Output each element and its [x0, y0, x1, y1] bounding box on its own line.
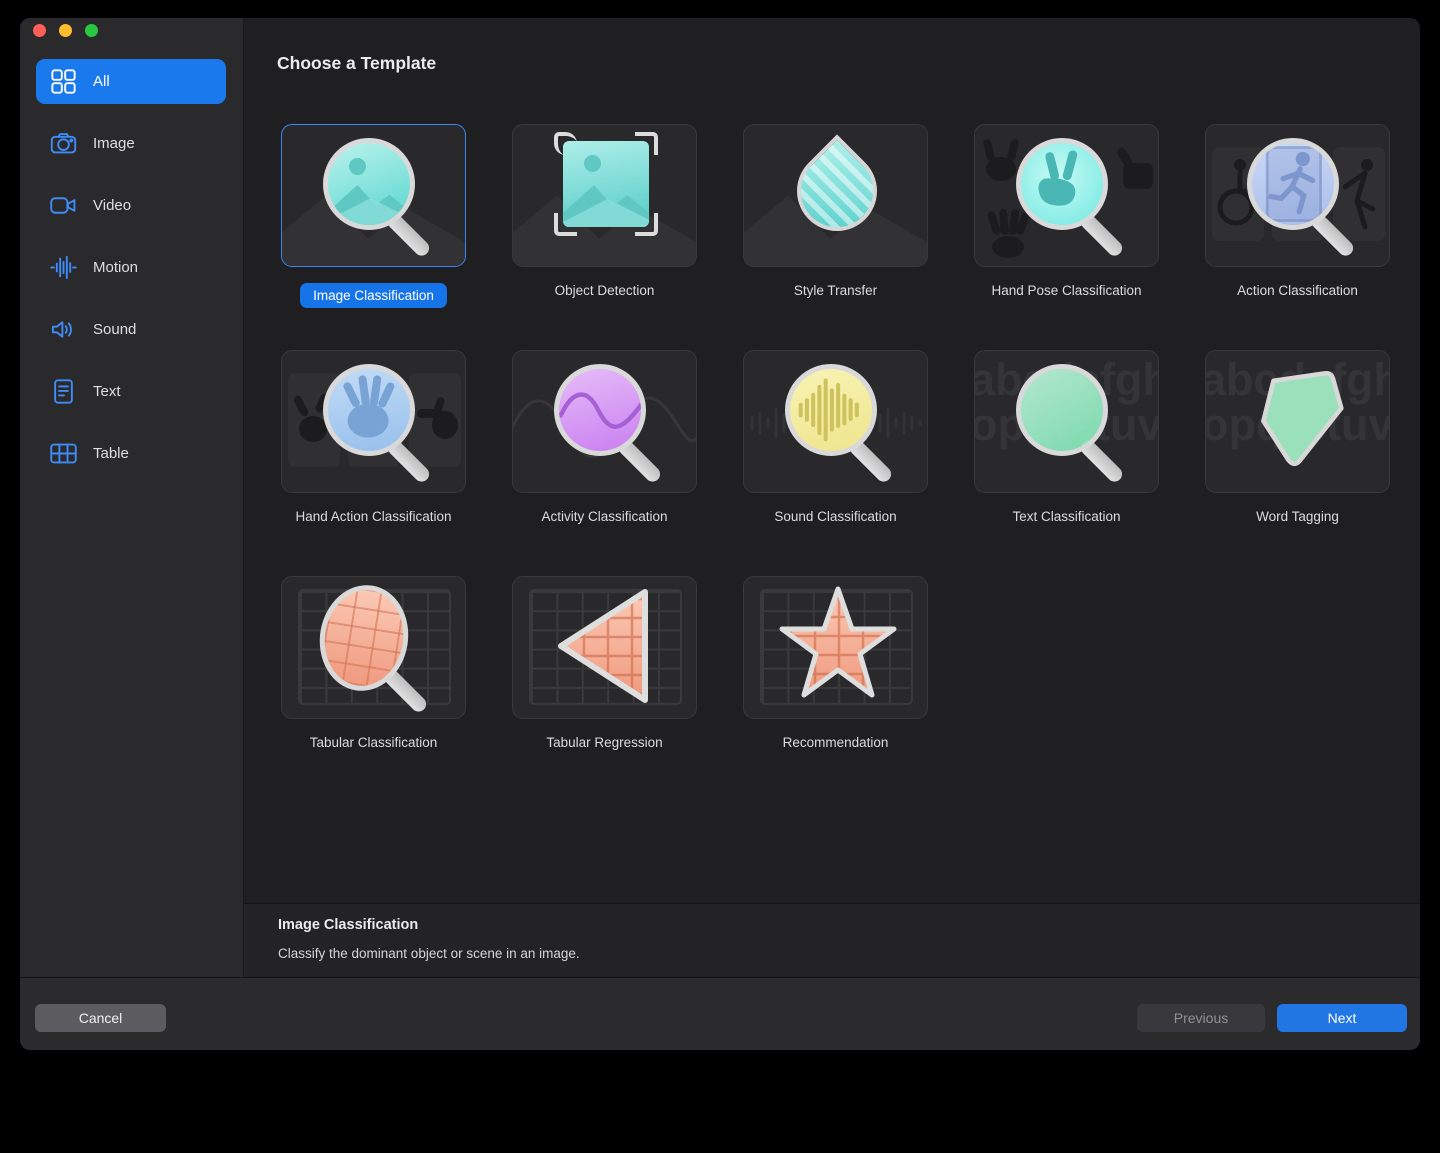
- template-label: Style Transfer: [720, 283, 951, 298]
- sidebar-item-label: Image: [93, 135, 135, 152]
- template-card-tabular-classification[interactable]: Tabular Classification: [281, 576, 466, 750]
- template-card-style-transfer[interactable]: Style Transfer: [743, 124, 928, 298]
- template-label: Sound Classification: [720, 509, 951, 524]
- sidebar: All Image Video Motion: [20, 18, 244, 977]
- grid-icon: [49, 67, 78, 96]
- sidebar-item-label: Text: [93, 383, 121, 400]
- triangle-table-icon: [513, 577, 696, 718]
- sidebar-item-sound[interactable]: Sound: [36, 307, 226, 352]
- sidebar-item-label: All: [93, 73, 110, 90]
- sidebar-item-all[interactable]: All: [36, 59, 226, 104]
- magnifier-waving-hand-icon: [282, 351, 465, 492]
- template-label: Recommendation: [720, 735, 951, 750]
- table-icon: [49, 439, 78, 468]
- template-label: Action Classification: [1182, 283, 1413, 298]
- sidebar-item-motion[interactable]: Motion: [36, 245, 226, 290]
- detail-description: Classify the dominant object or scene in…: [278, 946, 580, 961]
- stretching-figure-glyph: [1339, 157, 1381, 233]
- zoom-window-button[interactable]: [85, 24, 98, 37]
- template-label: Text Classification: [951, 509, 1182, 524]
- footer-bar: Cancel Previous Next: [20, 977, 1420, 1050]
- window-controls: [33, 24, 98, 37]
- detail-title: Image Classification: [278, 917, 418, 933]
- template-label: Hand Pose Classification: [951, 283, 1182, 298]
- regression-triangle: [541, 582, 673, 714]
- sidebar-item-image[interactable]: Image: [36, 121, 226, 166]
- sidebar-item-label: Table: [93, 445, 129, 462]
- camera-icon: [49, 129, 78, 158]
- template-card-hand-pose-classification[interactable]: Hand Pose Classification: [974, 124, 1159, 298]
- magnifier-photo-icon: [282, 125, 465, 266]
- magnifier-hand-pose-icon: [975, 125, 1158, 266]
- page-title: Choose a Template: [277, 53, 436, 74]
- previous-button[interactable]: Previous: [1137, 1004, 1265, 1032]
- tag-shape: [1246, 359, 1356, 485]
- magnifier-runner-icon: [1206, 125, 1389, 266]
- recommendation-star: [772, 581, 904, 713]
- template-card-word-tagging[interactable]: abcdefghiopqrstuvw Word Tagging: [1205, 350, 1390, 524]
- magnifier-table-icon: [282, 577, 465, 718]
- document-icon: [49, 377, 78, 406]
- cancel-button[interactable]: Cancel: [35, 1004, 166, 1032]
- template-label: Activity Classification: [489, 509, 720, 524]
- template-label: Word Tagging: [1182, 509, 1413, 524]
- waveform-icon: [49, 253, 78, 282]
- video-camera-icon: [49, 191, 78, 220]
- thumbs-up-glyph: [1115, 145, 1157, 193]
- close-window-button[interactable]: [33, 24, 46, 37]
- template-detail-panel: Image Classification Classify the domina…: [244, 903, 1420, 977]
- sidebar-item-label: Sound: [93, 321, 136, 338]
- template-label: Tabular Regression: [489, 735, 720, 750]
- sidebar-item-table[interactable]: Table: [36, 431, 226, 476]
- template-card-tabular-regression[interactable]: Tabular Regression: [512, 576, 697, 750]
- tag-letters-icon: abcdefghiopqrstuvw: [1206, 351, 1389, 492]
- minimize-window-button[interactable]: [59, 24, 72, 37]
- sidebar-item-label: Motion: [93, 259, 138, 276]
- template-card-recommendation[interactable]: Recommendation: [743, 576, 928, 750]
- sidebar-item-label: Video: [93, 197, 131, 214]
- speaker-icon: [49, 315, 78, 344]
- star-table-icon: [744, 577, 927, 718]
- template-label: Hand Action Classification: [258, 509, 489, 524]
- template-label: Image Classification: [300, 283, 447, 308]
- next-button[interactable]: Next: [1277, 1004, 1407, 1032]
- template-label: Tabular Classification: [258, 735, 489, 750]
- viewfinder-photo-icon: [513, 125, 696, 266]
- magnifier-letters-icon: abcdefghiopqrstuvw: [975, 351, 1158, 492]
- template-label: Object Detection: [489, 283, 720, 298]
- sidebar-item-text[interactable]: Text: [36, 369, 226, 414]
- template-card-activity-classification[interactable]: Activity Classification: [512, 350, 697, 524]
- pointing-hand-glyph: [415, 393, 459, 445]
- template-card-image-classification[interactable]: Image Classification: [281, 124, 466, 308]
- template-card-object-detection[interactable]: Object Detection: [512, 124, 697, 298]
- template-card-action-classification[interactable]: Action Classification: [1205, 124, 1390, 298]
- magnifier-sound-bars-icon: [744, 351, 927, 492]
- magnifier-wave-icon: [513, 351, 696, 492]
- template-card-sound-classification[interactable]: Sound Classification: [743, 350, 928, 524]
- paint-drop-icon: [744, 125, 927, 266]
- sidebar-item-video[interactable]: Video: [36, 183, 226, 228]
- create-ml-template-chooser-window: All Image Video Motion: [20, 18, 1420, 1050]
- template-card-hand-action-classification[interactable]: Hand Action Classification: [281, 350, 466, 524]
- template-card-text-classification[interactable]: abcdefghiopqrstuvw Text Classification: [974, 350, 1159, 524]
